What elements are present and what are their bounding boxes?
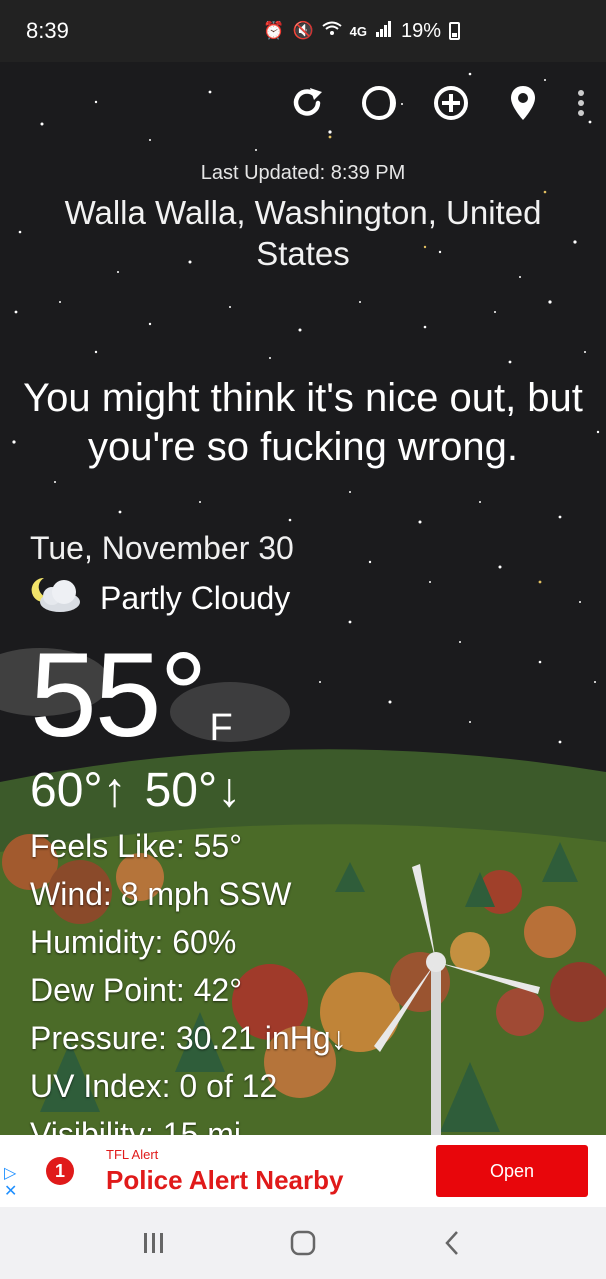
ad-banner[interactable]: ▷ ✕ 1 TFL Alert Police Alert Nearby Open: [0, 1135, 606, 1207]
temperature-unit: F: [209, 707, 233, 749]
network-type: 4G: [349, 23, 367, 39]
ad-open-button[interactable]: Open: [436, 1145, 588, 1197]
more-vert-icon[interactable]: [574, 82, 588, 124]
status-icons: ⏰ 🔇 4G 19%: [263, 20, 460, 43]
signal-icon: [375, 20, 393, 42]
dew-point: Dew Point: 42°: [30, 972, 243, 1008]
ad-title[interactable]: Police Alert Nearby: [106, 1165, 343, 1196]
humidity: Humidity: 60%: [30, 924, 237, 960]
weather-app: Last Updated: 8:39 PM Walla Walla, Washi…: [0, 62, 606, 1135]
pressure: Pressure: 30.21 inHg↓: [30, 1020, 347, 1056]
down-arrow-icon: ↓: [217, 763, 242, 817]
location-name: Walla Walla, Washington, United States: [64, 194, 542, 272]
location-pin-icon[interactable]: [502, 82, 544, 124]
battery-percent: 19%: [400, 19, 441, 42]
back-icon[interactable]: [422, 1218, 482, 1268]
home-icon[interactable]: [273, 1218, 333, 1268]
uv-index: UV Index: 0 of 12: [30, 1068, 278, 1104]
last-updated: Last Updated: 8:39 PM: [200, 162, 406, 184]
forecast-date: Tue, November 30: [30, 530, 294, 566]
feels-like: Feels Like: 55°: [30, 828, 243, 864]
partly-cloudy-night-icon: [30, 574, 86, 622]
visibility: Visibility: 15 mi: [30, 1116, 242, 1135]
temperature-row: 55° F: [30, 622, 590, 760]
up-arrow-icon: ↑: [102, 763, 127, 817]
refresh-icon[interactable]: [286, 82, 328, 124]
high-low: 60°↑ 50°↓: [30, 760, 590, 820]
current-weather: Tue, November 30 Partly Cloudy 55° F 60°…: [30, 530, 590, 1135]
weather-details: Feels Like: 55° Wind: 8 mph SSW Humidity…: [30, 822, 590, 1135]
toolbar: [286, 82, 588, 124]
wifi-icon: [322, 21, 342, 42]
ad-label: TFL Alert: [106, 1147, 159, 1162]
alarm-icon: ⏰: [263, 21, 285, 40]
condition-text: Partly Cloudy: [100, 579, 291, 616]
adchoices-icon[interactable]: ▷ ✕: [4, 1165, 17, 1201]
low-temperature: 50°: [144, 763, 218, 817]
moon-phase-icon[interactable]: [358, 82, 400, 124]
battery-icon: [449, 22, 460, 40]
high-temperature: 60°: [30, 763, 103, 817]
condition-row: Partly Cloudy: [30, 574, 590, 622]
alert-badge: 1: [46, 1157, 74, 1185]
mute-icon: 🔇: [292, 21, 314, 40]
status-time: 8:39: [26, 18, 69, 43]
current-temperature: 55°: [30, 628, 207, 762]
status-bar: 8:39 ⏰ 🔇 4G 19%: [0, 0, 606, 62]
weather-message: You might think it's nice out, but you'r…: [23, 376, 583, 469]
system-nav-bar: [0, 1207, 606, 1279]
recents-icon[interactable]: [124, 1218, 184, 1268]
wind: Wind: 8 mph SSW: [30, 876, 292, 912]
add-location-icon[interactable]: [430, 82, 472, 124]
